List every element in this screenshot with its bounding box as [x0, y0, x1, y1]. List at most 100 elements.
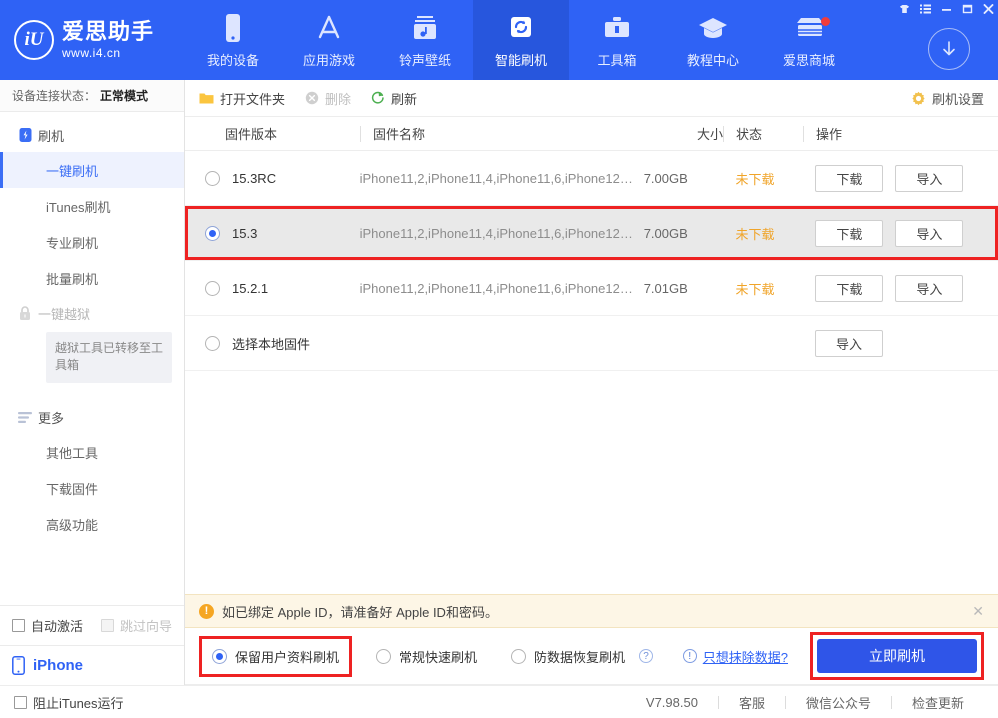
nav-tab-store[interactable]: 爱思商城 [761, 0, 857, 80]
check-update-link[interactable]: 检查更新 [892, 693, 984, 712]
option-radio[interactable] [376, 648, 392, 664]
import-button[interactable]: 导入 [895, 164, 964, 192]
nav-tab-label: 我的设备 [206, 53, 259, 68]
download-button[interactable]: 下载 [815, 274, 884, 302]
app-header: iU 爱思助手 www.i4.cn 我的设备 应用游戏 铃声壁纸 智能刷机 工具… [0, 0, 998, 80]
flash-settings-button[interactable]: 刷机设置 [911, 89, 984, 108]
erase-data-link[interactable]: ! 只想抹除数据? [682, 647, 788, 666]
sidebar-item-advanced[interactable]: 高级功能 [0, 507, 184, 543]
flash-button-highlight: 立即刷机 [810, 632, 984, 680]
sidebar-item-other-tools[interactable]: 其他工具 [0, 435, 184, 471]
checkbox-label: 自动激活 [31, 619, 84, 634]
flash-now-button[interactable]: 立即刷机 [817, 639, 977, 673]
sidebar-nav: 刷机 一键刷机 iTunes刷机 专业刷机 批量刷机 一键越狱 越狱工具已转移至… [0, 112, 184, 605]
device-status-value: 正常模式 [100, 89, 149, 103]
option-normal-quick-flash[interactable]: 常规快速刷机 [376, 647, 477, 666]
flash-settings-label: 刷机设置 [931, 91, 984, 107]
import-button[interactable]: 导入 [895, 219, 964, 247]
notice-close-icon[interactable]: ✕ [972, 603, 984, 620]
sidebar-item-label: 一键刷机 [46, 163, 99, 179]
download-button[interactable]: 下载 [815, 219, 884, 247]
phone-icon [222, 11, 244, 43]
option-radio[interactable] [511, 648, 527, 664]
status-bar: 阻止iTunes运行 V7.98.50 客服 微信公众号 检查更新 [0, 685, 998, 718]
open-folder-button[interactable]: 打开文件夹 [199, 89, 285, 108]
table-row[interactable]: 15.3RC iPhone11,2,iPhone11,4,iPhone11,6,… [185, 151, 998, 206]
import-button[interactable]: 导入 [895, 274, 964, 302]
nav-tab-toolbox[interactable]: 工具箱 [569, 0, 665, 80]
minimize-icon[interactable] [937, 0, 956, 17]
table-row[interactable]: 15.2.1 iPhone11,2,iPhone11,4,iPhone11,6,… [185, 261, 998, 316]
connected-device[interactable]: iPhone [0, 645, 184, 685]
info-icon: ! [682, 649, 697, 663]
sidebar-item-download-firmware[interactable]: 下载固件 [0, 471, 184, 507]
sidebar-item-pro-flash[interactable]: 专业刷机 [0, 224, 184, 260]
sidebar-item-one-key-flash[interactable]: 一键刷机 [0, 152, 184, 188]
firmware-version: 15.2.1 [232, 280, 269, 296]
nav-tab-apps-games[interactable]: 应用游戏 [281, 0, 377, 80]
checkbox-auto-activate[interactable]: 自动激活 [12, 616, 83, 635]
sidebar-item-label: 高级功能 [46, 518, 99, 534]
nav-tab-smart-flash[interactable]: 智能刷机 [473, 0, 569, 80]
firmware-version: 选择本地固件 [232, 336, 311, 352]
firmware-radio[interactable] [205, 335, 220, 351]
sidebar-group-label: 一键越狱 [38, 306, 91, 322]
column-header-name: 固件名称 [360, 125, 643, 142]
column-header-version: 固件版本 [225, 127, 278, 142]
firmware-radio[interactable] [205, 280, 220, 296]
customer-service-link[interactable]: 客服 [719, 693, 785, 712]
option-quick-flash-wrapper: 常规快速刷机 [366, 639, 487, 674]
refresh-circle-icon [371, 91, 385, 105]
maximize-icon[interactable] [958, 0, 977, 17]
table-row[interactable]: 选择本地固件 导入 [185, 316, 998, 371]
delete-label: 删除 [325, 91, 352, 107]
brand-url: www.i4.cn [62, 46, 121, 60]
download-arrow-icon[interactable] [928, 28, 970, 70]
column-header-status: 状态 [723, 125, 803, 142]
nav-tab-label: 智能刷机 [494, 53, 547, 68]
nav-tab-ringtones-wallpaper[interactable]: 铃声壁纸 [377, 0, 473, 80]
toolbox-icon [602, 11, 632, 43]
warning-icon: ! [199, 603, 214, 619]
open-folder-label: 打开文件夹 [220, 91, 286, 107]
notice-text: 如已绑定 Apple ID，请准备好 Apple ID和密码。 [222, 604, 498, 620]
firmware-radio[interactable] [205, 170, 220, 186]
option-label: 常规快速刷机 [399, 649, 478, 665]
firmware-version: 15.3 [232, 225, 258, 241]
option-anti-recovery-wrapper: 防数据恢复刷机 ? [501, 639, 663, 674]
sidebar-group-jailbreak: 一键越狱 [0, 296, 184, 330]
firmware-radio[interactable] [205, 225, 220, 241]
sidebar-item-batch-flash[interactable]: 批量刷机 [0, 260, 184, 296]
checkbox-box [14, 695, 27, 709]
refresh-label: 刷新 [391, 91, 418, 107]
option-label: 防数据恢复刷机 [534, 649, 626, 665]
nav-tab-tutorial-center[interactable]: 教程中心 [665, 0, 761, 80]
checkbox-label: 阻止iTunes运行 [33, 695, 124, 711]
checkbox-block-itunes[interactable]: 阻止iTunes运行 [14, 693, 124, 712]
sidebar-options: 自动激活 跳过向导 [0, 605, 184, 645]
skin-icon[interactable] [895, 0, 914, 17]
help-icon[interactable]: ? [639, 649, 654, 663]
app-version: V7.98.50 [645, 694, 698, 710]
brand-logo-area: iU 爱思助手 www.i4.cn [0, 0, 185, 80]
option-keep-user-data[interactable]: 保留用户资料刷机 [212, 647, 339, 666]
sidebar-item-label: iTunes刷机 [46, 199, 111, 215]
table-row[interactable]: 15.3 iPhone11,2,iPhone11,4,iPhone11,6,iP… [185, 206, 998, 261]
sidebar-item-itunes-flash[interactable]: iTunes刷机 [0, 188, 184, 224]
menu-icon[interactable] [916, 0, 935, 17]
refresh-button[interactable]: 刷新 [371, 89, 417, 108]
jailbreak-moved-note: 越狱工具已转移至工具箱 [46, 332, 172, 383]
firmware-status: 未下载 [735, 281, 775, 297]
wechat-link[interactable]: 微信公众号 [786, 693, 891, 712]
iphone-icon [12, 656, 25, 675]
option-radio[interactable] [212, 648, 227, 664]
import-button[interactable]: 导入 [815, 329, 883, 357]
firmware-name: iPhone11,2,iPhone11,4,iPhone11,6,iPhone1… [359, 280, 635, 296]
firmware-size: 7.00GB [643, 225, 688, 241]
sidebar-item-label: 下载固件 [46, 482, 99, 498]
option-anti-data-recovery-flash[interactable]: 防数据恢复刷机 ? [511, 647, 654, 666]
window-controls [893, 0, 998, 17]
nav-tab-my-device[interactable]: 我的设备 [185, 0, 281, 80]
close-icon[interactable] [979, 0, 998, 17]
download-button[interactable]: 下载 [815, 164, 884, 192]
